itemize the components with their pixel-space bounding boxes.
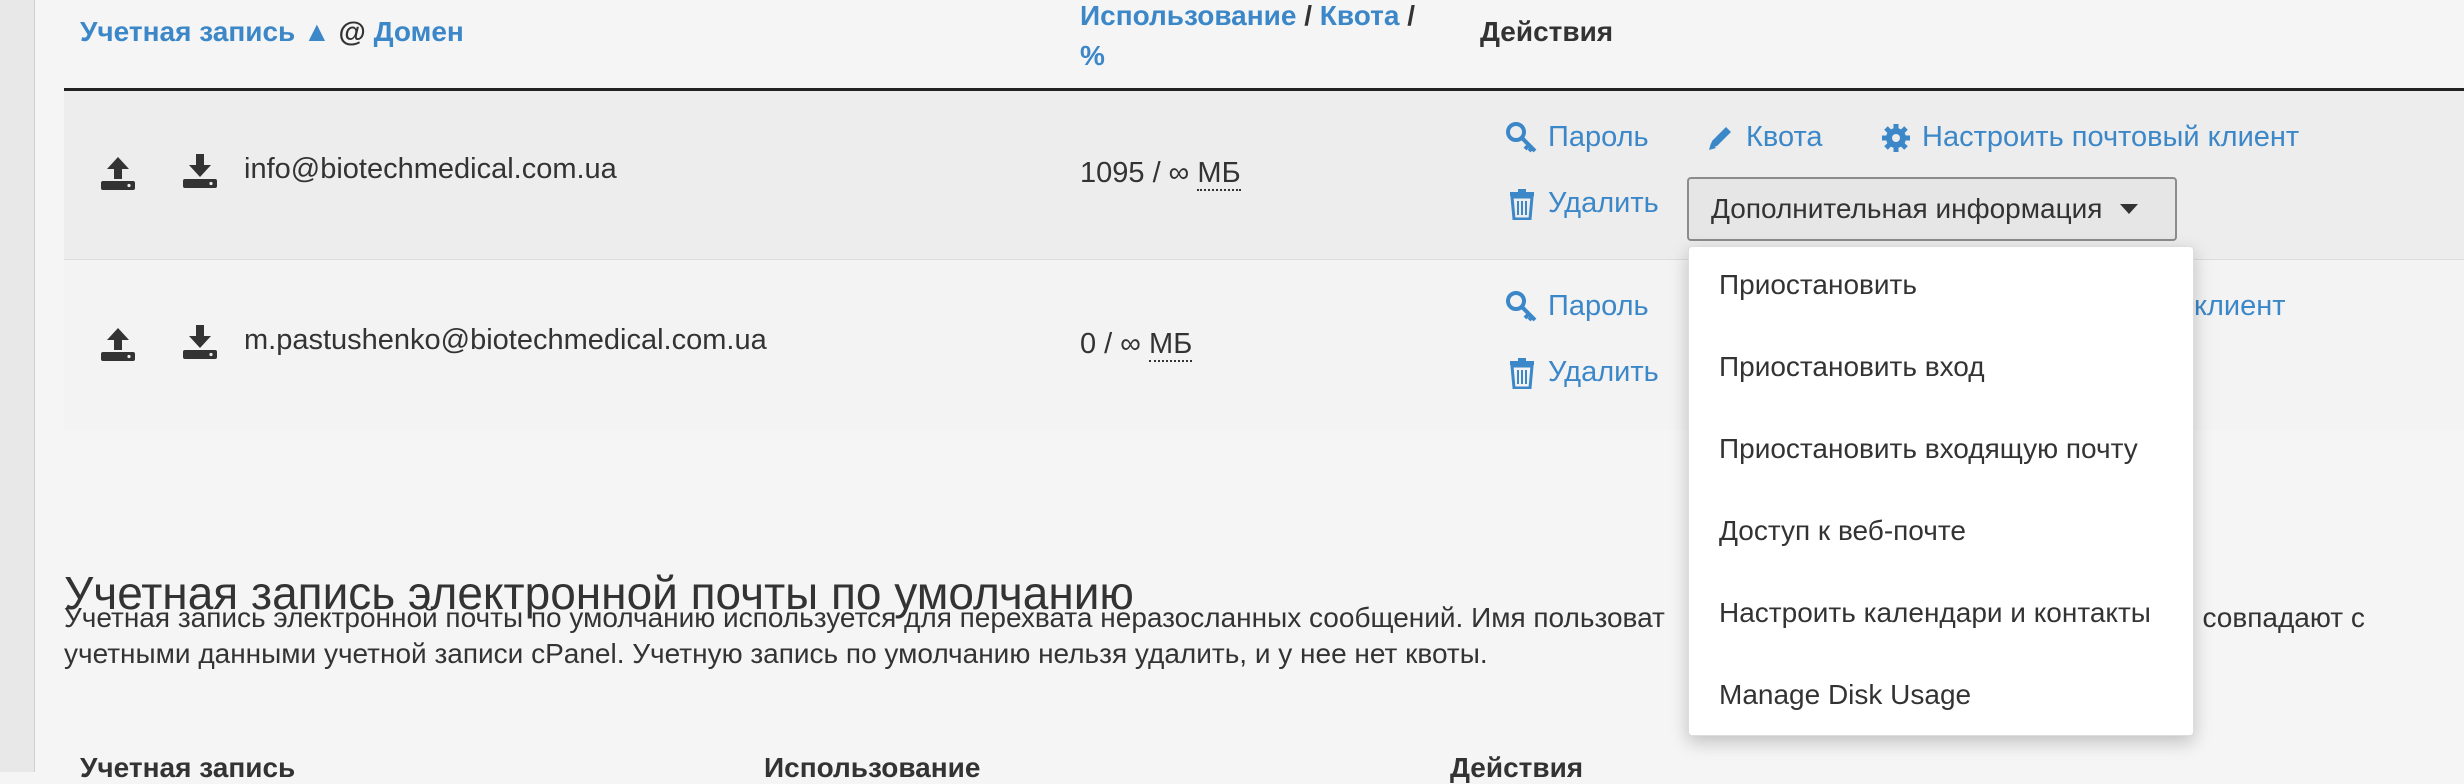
usage-amount: 0 / ∞: [1080, 328, 1141, 360]
password-label: Пароль: [1548, 121, 1649, 153]
menu-item-suspend-login[interactable]: Приостановить вход: [1719, 351, 1985, 383]
more-info-label: Дополнительная информация: [1711, 193, 2103, 224]
usage-value: 1095 / ∞ МБ: [1080, 157, 1241, 191]
delete-label: Удалить: [1548, 187, 1659, 219]
account-domain-header: Учетная запись ▲ @ Домен: [80, 16, 464, 48]
configure-mail-client-link[interactable]: Настроить почтовый клиент: [1880, 121, 2299, 154]
quota-label: Квота: [1746, 121, 1823, 153]
quota-link[interactable]: Квота: [1704, 121, 1823, 154]
description-text: Учетная запись электронной почты по умол…: [64, 602, 1665, 633]
delete-link[interactable]: Удалить: [1506, 356, 1659, 389]
usage-unit: МБ: [1149, 328, 1193, 362]
key-icon: [1506, 121, 1537, 152]
upload-icon[interactable]: [98, 153, 138, 193]
caret-down-icon: [2120, 204, 2139, 214]
default-account-column-header: Учетная запись: [80, 752, 296, 783]
email-accounts-panel: Учетная запись ▲ @ Домен Использование /…: [64, 0, 2464, 783]
trash-icon: [1510, 188, 1534, 220]
configure-mail-client-label: клиент: [2194, 290, 2286, 322]
sort-by-domain-link[interactable]: Домен: [374, 16, 464, 47]
at-separator: @: [338, 16, 366, 47]
usage-value: 0 / ∞ МБ: [1080, 328, 1193, 362]
gear-icon: [1882, 123, 1910, 152]
menu-item-suspend-incoming-mail[interactable]: Приостановить входящую почту: [1719, 433, 2138, 465]
left-scroll-gutter: [0, 0, 35, 772]
slash-separator: /: [1407, 0, 1415, 31]
upload-icon[interactable]: [98, 324, 138, 364]
password-link[interactable]: Пароль: [1506, 290, 1649, 323]
menu-item-webmail-access[interactable]: Доступ к веб-почте: [1719, 515, 1966, 547]
usage-amount: 1095 / ∞: [1080, 157, 1190, 189]
more-info-dropdown-button[interactable]: Дополнительная информация: [1687, 177, 2177, 241]
more-info-dropdown-menu: Приостановить Приостановить вход Приоста…: [1688, 246, 2194, 736]
password-link[interactable]: Пароль: [1506, 121, 1649, 154]
actions-header: Действия: [1480, 16, 1614, 47]
email-address: m.pastushenko@biotechmedical.com.ua: [244, 324, 767, 356]
slash-separator: /: [1304, 0, 1313, 31]
description-text: учетными данными учетной записи cPanel. …: [64, 638, 1488, 669]
configure-mail-client-label: Настроить почтовый клиент: [1922, 121, 2300, 153]
configure-mail-client-link[interactable]: клиент: [2194, 290, 2286, 323]
trash-icon: [1510, 357, 1534, 389]
sort-by-quota-link[interactable]: Квота: [1320, 0, 1400, 31]
email-address: info@biotechmedical.com.ua: [244, 153, 617, 185]
sort-by-usage-link[interactable]: Использование: [1080, 0, 1296, 31]
sort-by-percent-link[interactable]: %: [1080, 40, 1105, 71]
menu-item-calendars-contacts[interactable]: Настроить календари и контакты: [1719, 597, 2151, 629]
download-icon[interactable]: [180, 322, 220, 362]
usage-quota-header: Использование / Квота / %: [1080, 0, 1440, 76]
password-label: Пароль: [1548, 290, 1649, 322]
delete-label: Удалить: [1548, 356, 1659, 388]
default-actions-column-header: Действия: [1450, 752, 1584, 783]
menu-item-suspend[interactable]: Приостановить: [1719, 269, 1917, 301]
download-icon[interactable]: [180, 151, 220, 191]
usage-unit: МБ: [1197, 157, 1241, 191]
key-icon: [1506, 290, 1537, 321]
menu-item-manage-disk-usage[interactable]: Manage Disk Usage: [1719, 679, 1971, 711]
pencil-icon: [1709, 126, 1731, 150]
delete-link[interactable]: Удалить: [1506, 187, 1659, 220]
sort-ascending-icon[interactable]: ▲: [303, 16, 331, 47]
default-usage-column-header: Использование: [764, 752, 981, 783]
sort-by-account-link[interactable]: Учетная запись: [80, 16, 295, 47]
